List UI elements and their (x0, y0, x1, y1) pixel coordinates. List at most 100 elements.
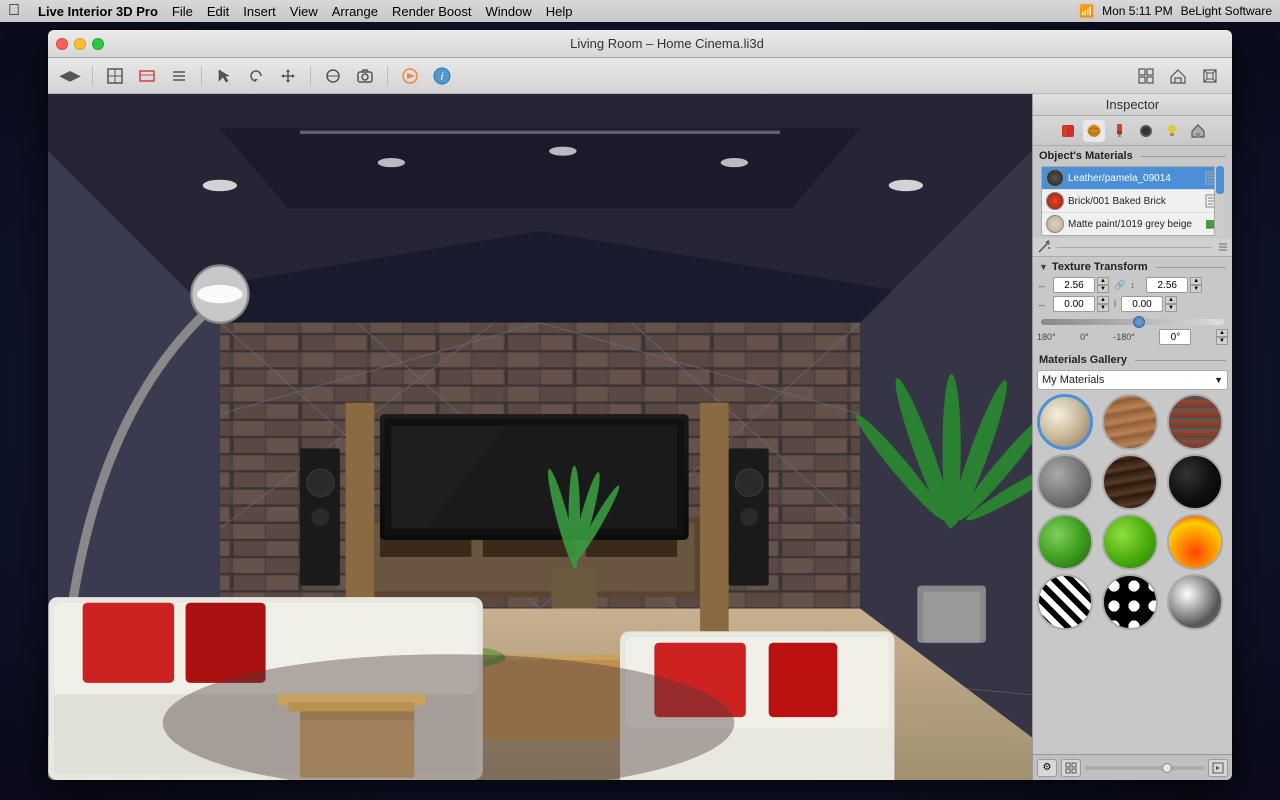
gallery-item-wood-light[interactable] (1102, 394, 1158, 450)
gallery-item-spots[interactable] (1102, 574, 1158, 630)
zoom-thumb[interactable] (1162, 763, 1172, 773)
gallery-item-dark-wood[interactable] (1102, 454, 1158, 510)
material-item-brick[interactable]: Brick/001 Baked Brick (1042, 190, 1223, 213)
tx-step-up-1[interactable]: ▲ (1097, 277, 1109, 285)
viewport[interactable] (48, 94, 1032, 780)
materials-list-container: Leather/pamela_09014 Brick/001 Bak (1037, 166, 1228, 236)
options-icon[interactable] (1218, 242, 1228, 252)
rot-step-down[interactable]: ▼ (1216, 337, 1228, 345)
menu-window[interactable]: Window (486, 4, 532, 19)
tx-l-label: l (1111, 299, 1119, 309)
wand-divider (1057, 247, 1212, 248)
menu-help[interactable]: Help (546, 4, 573, 19)
tx-width-x-stepper[interactable]: ▲ ▼ (1097, 277, 1109, 293)
gallery-item-green[interactable] (1037, 514, 1093, 570)
tx-width-y-stepper[interactable]: ▲ ▼ (1190, 277, 1202, 293)
section-divider-2 (1156, 267, 1226, 268)
move-tool[interactable] (274, 62, 302, 90)
rotation-input[interactable]: 0° (1159, 329, 1191, 345)
zoom-slider[interactable] (1085, 766, 1204, 770)
rotation-slider-container (1037, 315, 1228, 329)
gallery-item-brick[interactable] (1167, 394, 1223, 450)
tx-width-x-input[interactable]: 2.56 (1053, 277, 1095, 293)
info-btn[interactable]: i (428, 62, 456, 90)
menu-edit[interactable]: Edit (207, 4, 229, 19)
tab-lighting[interactable] (1161, 120, 1183, 142)
camera-tool[interactable] (351, 62, 379, 90)
menu-app[interactable]: Live Interior 3D Pro (38, 4, 158, 19)
tx-step-down-3[interactable]: ▼ (1097, 304, 1109, 312)
tab-house[interactable] (1187, 120, 1209, 142)
grid-view-button[interactable] (1061, 759, 1081, 777)
menu-arrange[interactable]: Arrange (332, 4, 378, 19)
import-button[interactable] (1208, 759, 1228, 777)
window-title: Living Room – Home Cinema.li3d (110, 36, 1224, 51)
tx-offset-x-input[interactable]: 0.00 (1053, 296, 1095, 312)
wifi-icon: 📶 (1079, 4, 1094, 18)
grid-btn[interactable] (1132, 62, 1160, 90)
tx-width-y-input[interactable]: 2.56 (1146, 277, 1188, 293)
rotate-tool[interactable] (242, 62, 270, 90)
material-item-matte[interactable]: Matte paint/1019 grey beige (1042, 213, 1223, 235)
list-btn[interactable] (165, 62, 193, 90)
rot-step-up[interactable]: ▲ (1216, 329, 1228, 337)
tx-offset-row: ↔ 0.00 ▲ ▼ l 0.00 ▲ (1037, 296, 1228, 312)
tx-step-down-1[interactable]: ▼ (1097, 285, 1109, 293)
gallery-item-zebra[interactable] (1037, 574, 1093, 630)
gallery-dropdown[interactable]: My Materials ▼ (1037, 370, 1228, 390)
tx-offset-y-stepper[interactable]: ▲ ▼ (1165, 296, 1177, 312)
house-btn[interactable] (1164, 62, 1192, 90)
select-tool[interactable] (210, 62, 238, 90)
menubar-right: 📶 Mon 5:11 PM BeLight Software (1079, 4, 1272, 18)
traffic-lights (56, 38, 104, 50)
rotation-stepper[interactable]: ▲ ▼ (1216, 329, 1228, 345)
link-icon[interactable]: 🔗 (1111, 280, 1128, 291)
sphere-tool[interactable] (319, 62, 347, 90)
material-item-leather[interactable]: Leather/pamela_09014 (1042, 167, 1223, 190)
material-name-brick: Brick/001 Baked Brick (1068, 196, 1201, 207)
inspector-title: Inspector (1033, 94, 1232, 116)
section-divider-3 (1135, 360, 1226, 361)
inspector-panel: Inspector (1032, 94, 1232, 780)
toolbar-sep-1 (92, 66, 93, 86)
close-button[interactable] (56, 38, 68, 50)
gallery-item-concrete[interactable] (1037, 454, 1093, 510)
menu-view[interactable]: View (290, 4, 318, 19)
view-btn[interactable] (133, 62, 161, 90)
tab-sphere[interactable] (1083, 120, 1105, 142)
minimize-button[interactable] (74, 38, 86, 50)
tab-paint[interactable] (1109, 120, 1131, 142)
tx-offset-x-stepper[interactable]: ▲ ▼ (1097, 296, 1109, 312)
floor-plan-btn[interactable] (101, 62, 129, 90)
tab-material[interactable] (1057, 120, 1079, 142)
gallery-item-chrome[interactable] (1167, 574, 1223, 630)
menu-render[interactable]: Render Boost (392, 4, 472, 19)
materials-scrollbar[interactable] (1214, 166, 1224, 236)
tx-step-up-2[interactable]: ▲ (1190, 277, 1202, 285)
tx-step-up-3[interactable]: ▲ (1097, 296, 1109, 304)
tab-texture[interactable] (1135, 120, 1157, 142)
tx-step-up-4[interactable]: ▲ (1165, 296, 1177, 304)
gallery-item-bright-green[interactable] (1102, 514, 1158, 570)
gear-button[interactable]: ⚙ (1037, 759, 1057, 777)
title-bar: Living Room – Home Cinema.li3d (48, 30, 1232, 58)
time-display: Mon 5:11 PM (1102, 4, 1172, 18)
perspective-btn[interactable] (1196, 62, 1224, 90)
tx-step-down-4[interactable]: ▼ (1165, 304, 1177, 312)
apple-menu[interactable]:  (8, 2, 20, 20)
gallery-item-beige[interactable] (1037, 394, 1093, 450)
gallery-item-fire[interactable] (1167, 514, 1223, 570)
menu-insert[interactable]: Insert (243, 4, 276, 19)
wand-icon[interactable] (1037, 240, 1051, 254)
back-forward-btn[interactable]: ◀▶ (56, 62, 84, 90)
toolbar: ◀▶ (48, 58, 1232, 94)
tx-offset-y-input[interactable]: 0.00 (1121, 296, 1163, 312)
rotation-slider[interactable] (1041, 319, 1224, 325)
maximize-button[interactable] (92, 38, 104, 50)
content-area: Inspector (48, 94, 1232, 780)
render-btn[interactable] (396, 62, 424, 90)
gallery-item-very-dark[interactable] (1167, 454, 1223, 510)
menu-file[interactable]: File (172, 4, 193, 19)
tx-step-down-2[interactable]: ▼ (1190, 285, 1202, 293)
rotation-slider-thumb[interactable] (1133, 316, 1145, 328)
